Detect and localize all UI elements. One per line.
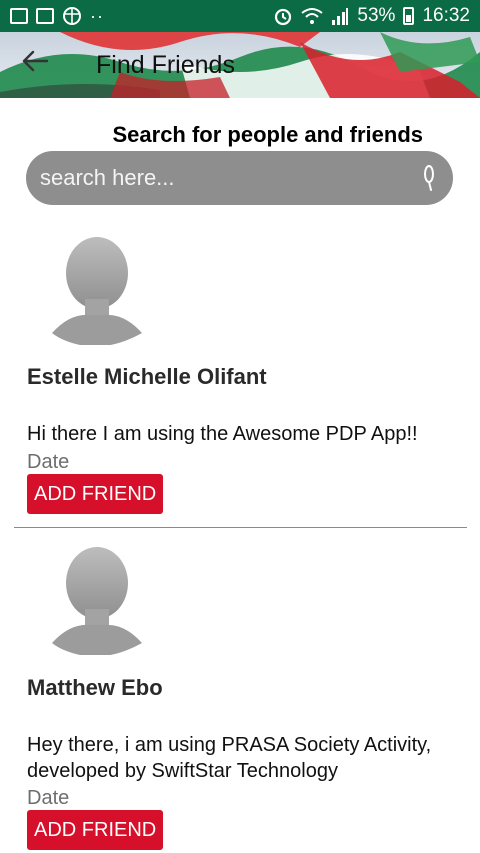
user-status: Hi there I am using the Awesome PDP App!… bbox=[27, 423, 418, 445]
status-bar-right: 53% 16:32 bbox=[273, 5, 470, 27]
add-friend-button[interactable]: ADD FRIEND bbox=[27, 474, 164, 514]
back-button[interactable] bbox=[22, 50, 54, 82]
arrow-left-icon bbox=[22, 50, 48, 72]
divider bbox=[14, 527, 467, 528]
alarm-icon bbox=[275, 8, 292, 26]
signal-icon bbox=[332, 8, 349, 25]
notification-dots: ·· bbox=[90, 5, 104, 26]
default-avatar-icon bbox=[52, 547, 142, 655]
user-card[interactable]: Matthew Ebo Hey there, i am using PRASA … bbox=[0, 540, 480, 853]
default-avatar-icon bbox=[52, 237, 142, 345]
user-card[interactable]: Estelle Michelle Olifant Hi there I am u… bbox=[0, 230, 480, 526]
search-heading: Search for people and friends bbox=[112, 122, 423, 147]
wifi-icon bbox=[301, 8, 324, 24]
search-bar[interactable] bbox=[26, 151, 453, 205]
mail-icon bbox=[10, 8, 28, 24]
app-bar: Find Friends bbox=[0, 32, 480, 98]
battery-percent: 53% bbox=[357, 5, 396, 26]
user-name[interactable]: Estelle Michelle Olifant bbox=[27, 364, 267, 390]
user-status: Hey there, i am using PRASA Society Acti… bbox=[27, 734, 432, 782]
user-name[interactable]: Matthew Ebo bbox=[27, 675, 163, 701]
search-icon[interactable] bbox=[421, 163, 437, 193]
search-input[interactable] bbox=[40, 165, 421, 191]
globe-icon bbox=[63, 7, 81, 25]
add-friend-button[interactable]: ADD FRIEND bbox=[27, 810, 164, 850]
gallery-icon bbox=[36, 8, 54, 24]
clock: 16:32 bbox=[422, 5, 470, 26]
status-bar-left: ·· bbox=[10, 6, 104, 27]
user-date: Date bbox=[27, 787, 70, 809]
user-date: Date bbox=[27, 451, 70, 473]
page-title: Find Friends bbox=[96, 51, 235, 79]
flag-banner-image bbox=[0, 32, 480, 98]
status-bar: ·· 53% 16:32 bbox=[0, 0, 480, 32]
battery-icon bbox=[403, 7, 415, 25]
